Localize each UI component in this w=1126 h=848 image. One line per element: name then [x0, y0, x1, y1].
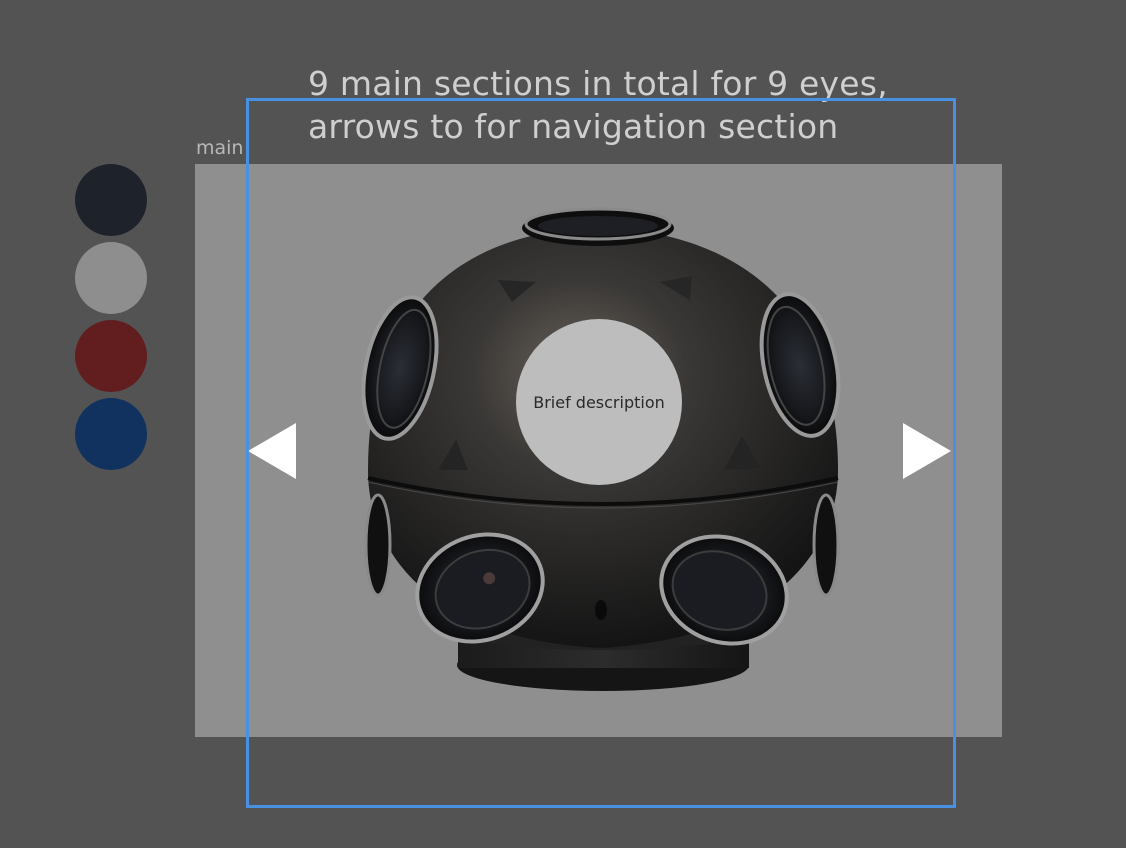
annotation-line-1: 9 main sections in total for 9 eyes, [308, 64, 888, 103]
swatch-red[interactable] [75, 320, 147, 392]
annotation-note: 9 main sections in total for 9 eyes, arr… [308, 62, 948, 148]
swatch-gray[interactable] [75, 242, 147, 314]
brief-description-bubble[interactable]: Brief description [516, 319, 682, 485]
swatch-navy[interactable] [75, 164, 147, 236]
frame-label[interactable]: main [196, 136, 243, 160]
swatch-blue[interactable] [75, 398, 147, 470]
brief-description-text: Brief description [533, 392, 665, 412]
triangle-left-icon[interactable] [247, 422, 297, 480]
annotation-line-2: arrows to for navigation section [308, 107, 839, 146]
triangle-right-icon[interactable] [902, 422, 952, 480]
color-swatches [75, 164, 147, 476]
design-canvas: 9 main sections in total for 9 eyes, arr… [0, 0, 1126, 848]
